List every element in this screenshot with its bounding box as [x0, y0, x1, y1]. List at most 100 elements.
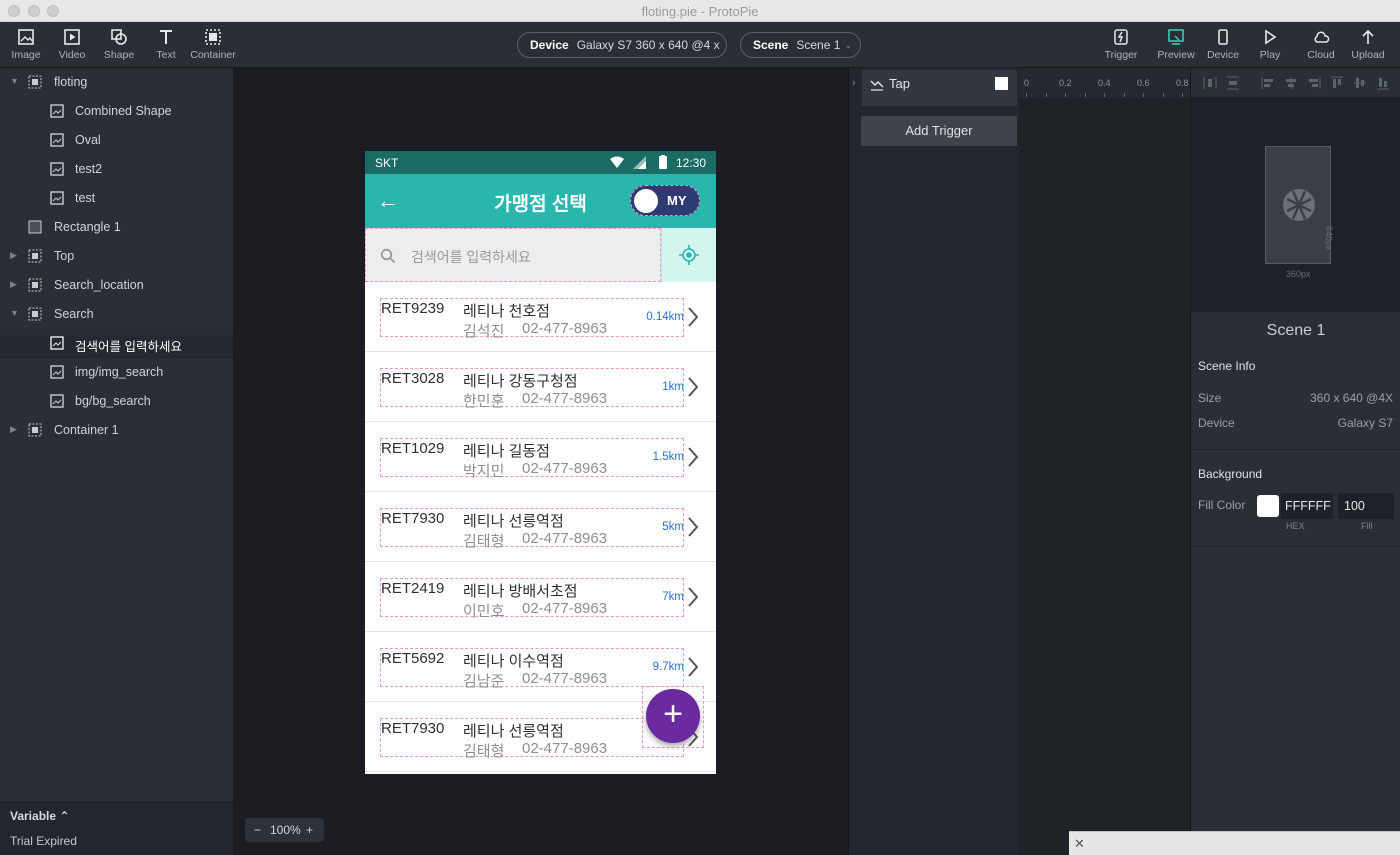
timeline-ruler[interactable]: 0 0.2 0.4 0.6 0.8 [1019, 68, 1191, 98]
tool-text-button[interactable]: Text [142, 28, 190, 61]
layer-row-search[interactable]: ▼ Search [0, 300, 233, 329]
tool-shape-button[interactable]: Shape [95, 28, 143, 61]
trigger-target-box[interactable] [988, 70, 1017, 98]
layer-row-rectangle-1[interactable]: Rectangle 1 [0, 213, 233, 242]
ruler-tick [1143, 93, 1144, 97]
device-selector[interactable]: Device Galaxy S7 360 x 640 @4 x [517, 32, 727, 58]
list-item[interactable]: RET2419 레티나 방배서초점 이민호 02-477-8963 7km [365, 562, 716, 632]
list-item[interactable]: RET1029 레티나 길동점 박지민 02-477-8963 1.5km [365, 422, 716, 492]
window-title: floting.pie - ProtoPie [641, 4, 759, 19]
ruler-tick [1065, 93, 1066, 97]
tool-preview-button[interactable]: Preview [1152, 28, 1200, 61]
timeline-area[interactable] [1019, 98, 1191, 855]
store-manager: 김남준 [463, 673, 505, 690]
layer-row-floting[interactable]: ▼ floting [0, 68, 233, 97]
tool-trigger-button[interactable]: Trigger [1097, 28, 1145, 61]
signal-icon [633, 156, 646, 169]
store-name: 레티나 선릉역점 [463, 723, 564, 740]
tool-video-button[interactable]: Video [48, 28, 96, 61]
list-item[interactable]: RET3028 레티나 강동구청점 한민훈 02-477-8963 1km [365, 352, 716, 422]
location-button[interactable] [661, 228, 716, 282]
close-icon[interactable]: ✕ [1074, 836, 1085, 852]
expand-arrow-icon[interactable]: ▼ [10, 76, 19, 86]
align-top-icon[interactable] [1330, 76, 1344, 90]
scene-thumbnail[interactable] [1265, 146, 1331, 264]
image-icon [50, 133, 64, 147]
preview-width-label: 360px [1286, 269, 1311, 279]
layer-row-test2[interactable]: test2 [0, 155, 233, 184]
list-item[interactable]: RET7930 레티나 선릉역점 김태형 02-477-8963 5km [365, 492, 716, 562]
store-code: RET5692 [381, 650, 445, 667]
expand-arrow-icon[interactable]: ▶ [10, 250, 17, 261]
layer-row-search-location[interactable]: ▶ Search_location [0, 271, 233, 300]
store-code: RET2419 [381, 580, 445, 597]
trigger-panel: › Tap Add Trigger 0 0.2 0.4 0.6 0.8 [848, 68, 1191, 855]
main-toolbar: Image Video Shape Text Container Device G… [0, 22, 1400, 68]
zoom-level[interactable]: 100% [270, 818, 301, 842]
add-trigger-button[interactable]: Add Trigger [861, 116, 1017, 146]
image-icon [50, 336, 64, 350]
search-input[interactable]: 검색어를 입력하세요 [365, 228, 661, 282]
layer-row-img-search[interactable]: img/img_search [0, 358, 233, 387]
layer-name: bg/bg_search [75, 394, 151, 408]
divider [1191, 546, 1400, 547]
fill-opacity-input[interactable]: 100 [1338, 493, 1394, 519]
layer-row-bg-search[interactable]: bg/bg_search [0, 387, 233, 416]
scene-selector[interactable]: Scene Scene 1 ⌄ [740, 32, 861, 58]
list-item[interactable]: RET9239 레티나 천호점 김석진 02-477-8963 0.14km [365, 282, 716, 352]
layer-row-container-1[interactable]: ▶ Container 1 [0, 416, 233, 445]
layer-row-combined-shape[interactable]: Combined Shape [0, 97, 233, 126]
distribute-vertical-icon[interactable] [1226, 76, 1240, 90]
layer-row-top[interactable]: ▶ Top [0, 242, 233, 271]
tool-cloud-button[interactable]: Cloud [1297, 28, 1345, 61]
my-toggle-switch[interactable]: MY [630, 185, 700, 216]
tool-image-button[interactable]: Image [2, 28, 50, 61]
expand-arrow-icon[interactable]: ▶ [10, 279, 17, 290]
expand-arrow-icon[interactable]: ▼ [10, 308, 19, 318]
expand-arrow-icon[interactable]: ▶ [10, 424, 17, 435]
store-manager: 이민호 [463, 603, 505, 620]
add-fab-button[interactable]: + [646, 689, 700, 743]
app-bar: ← 가맹점 선택 MY [365, 174, 716, 228]
tool-play-button[interactable]: Play [1246, 28, 1294, 61]
image-icon [50, 394, 64, 408]
tool-upload-button[interactable]: Upload [1344, 28, 1392, 61]
ruler-tick [1124, 93, 1125, 97]
align-center-horizontal-icon[interactable] [1284, 76, 1298, 90]
layer-name: Oval [75, 133, 101, 147]
trigger-responses-area [862, 98, 1017, 106]
rectangle-icon [28, 220, 42, 234]
align-middle-icon[interactable] [1353, 76, 1367, 90]
hex-caption: HEX [1286, 521, 1305, 531]
tool-device-button[interactable]: Device [1199, 28, 1247, 61]
tool-preview-label: Preview [1157, 49, 1195, 61]
container-icon [189, 28, 237, 46]
tool-container-button[interactable]: Container [189, 28, 237, 61]
device-selector-label: Device [530, 38, 569, 52]
background-heading: Background [1198, 467, 1263, 481]
play-icon [1246, 28, 1294, 46]
store-phone: 02-477-8963 [522, 670, 608, 687]
chevron-right-icon [688, 307, 699, 327]
collapse-panel-icon[interactable]: › [852, 77, 856, 89]
align-right-icon[interactable] [1307, 76, 1321, 90]
distribute-horizontal-icon[interactable] [1203, 76, 1217, 90]
align-left-icon[interactable] [1261, 76, 1275, 90]
fill-hex-input[interactable]: FFFFFF [1281, 493, 1333, 519]
trigger-target-swatch [995, 77, 1008, 90]
fill-color-swatch[interactable] [1257, 495, 1279, 517]
zoom-in-button[interactable]: + [306, 818, 313, 842]
ruler-label: 0.4 [1098, 78, 1111, 88]
search-placeholder: 검색어를 입력하세요 [411, 249, 531, 265]
variable-panel-toggle[interactable]: Variable ⌃ [10, 809, 69, 823]
zoom-out-button[interactable]: − [254, 818, 261, 842]
tool-image-label: Image [11, 49, 41, 61]
align-bottom-icon[interactable] [1376, 76, 1390, 90]
trigger-tap-row[interactable]: Tap [862, 70, 988, 98]
scene-name[interactable]: Scene 1 [1191, 322, 1400, 340]
layer-row-test[interactable]: test [0, 184, 233, 213]
ruler-tick [1046, 93, 1047, 97]
layer-row-oval[interactable]: Oval [0, 126, 233, 155]
layer-row-search-placeholder[interactable]: 검색어를 입력하세요 [0, 329, 233, 358]
status-bar: SKT 12:30 [365, 151, 716, 174]
